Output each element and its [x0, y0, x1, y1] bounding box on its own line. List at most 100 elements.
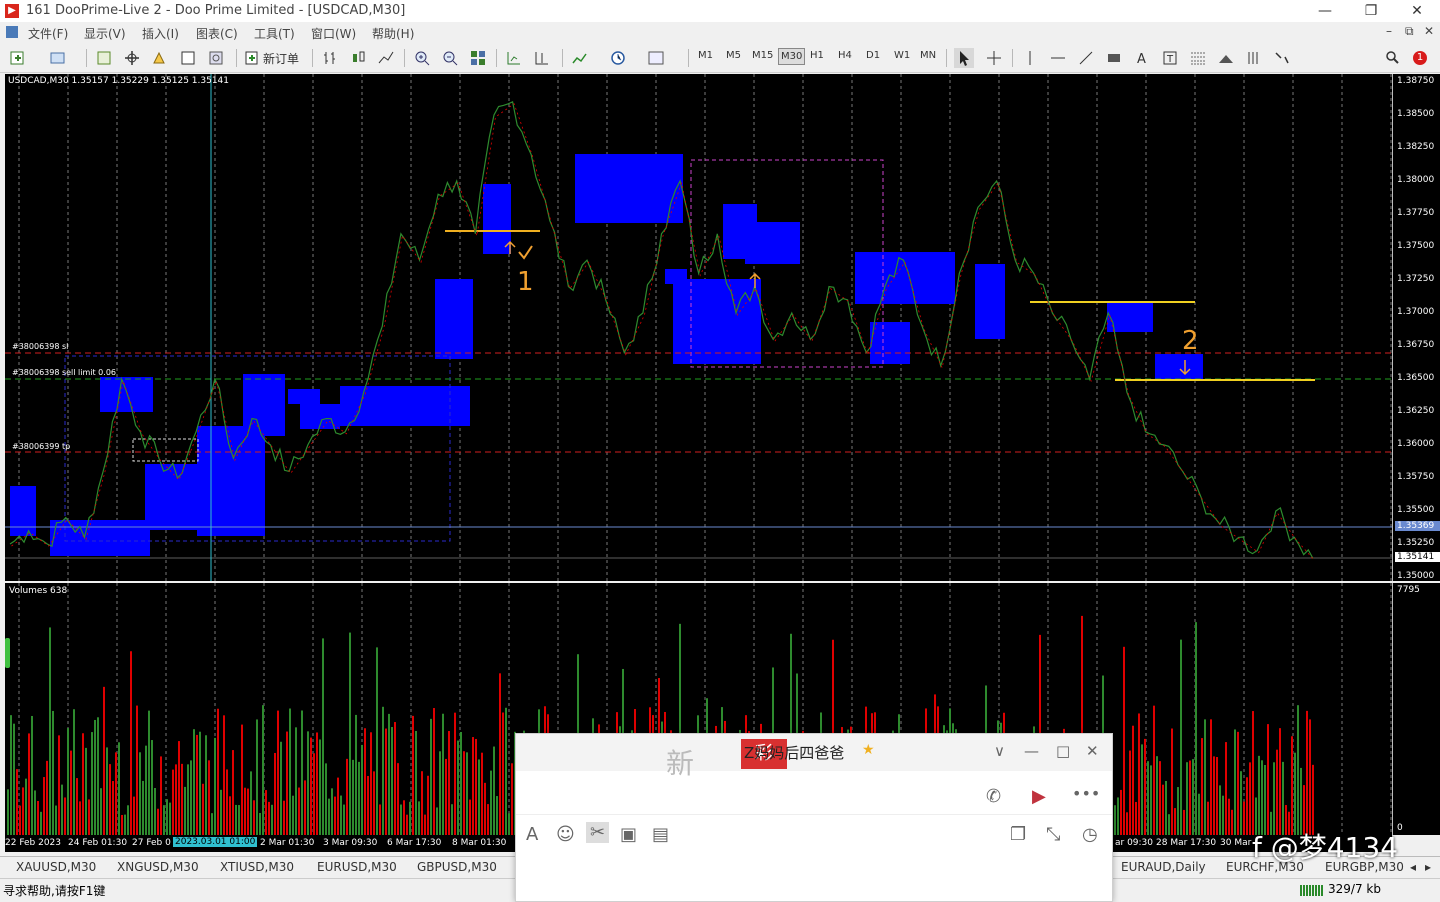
tab-xngusd[interactable]: XNGUSD,M30: [117, 860, 199, 874]
font-icon[interactable]: A: [526, 824, 538, 845]
image-icon[interactable]: ▣: [620, 824, 637, 845]
timeframe-d1[interactable]: D1: [866, 50, 880, 61]
volume-bar: [424, 814, 426, 835]
menu-tools[interactable]: 工具(T): [254, 25, 295, 42]
close-button[interactable]: ✕: [1394, 0, 1440, 22]
notifications-icon[interactable]: 1: [1410, 48, 1430, 68]
menu-charts[interactable]: 图表(C): [196, 25, 238, 42]
doc-minimize-button[interactable]: –: [1386, 24, 1392, 38]
chat-header[interactable]: 新 彩 Z妈妈后四爸爸 ★ ∨ — □ ✕: [516, 734, 1112, 780]
tab-scroll-right[interactable]: ▸: [1425, 860, 1431, 874]
volume-bar: [193, 729, 195, 835]
channel-tool-icon[interactable]: [1244, 48, 1264, 68]
chat-minimize-button[interactable]: —: [1024, 742, 1039, 760]
chat-maximize-button[interactable]: □: [1056, 742, 1070, 760]
zoom-in-icon[interactable]: [412, 48, 432, 68]
chart-shift-icon[interactable]: [532, 48, 552, 68]
vertical-line-icon[interactable]: [1020, 48, 1040, 68]
history-icon[interactable]: ◷: [1082, 824, 1098, 845]
volume-bar: [364, 728, 366, 835]
menu-view[interactable]: 显示(V): [84, 25, 126, 42]
tab-euraud[interactable]: EURAUD,Daily: [1121, 860, 1206, 874]
menu-insert[interactable]: 插入(I): [142, 25, 179, 42]
line-chart-icon[interactable]: [376, 48, 396, 68]
bar-chart-icon[interactable]: [320, 48, 340, 68]
text-tool-icon[interactable]: A: [1132, 48, 1152, 68]
tab-xauusd[interactable]: XAUUSD,M30: [16, 860, 96, 874]
tab-gbpusd[interactable]: GBPUSD,M30: [417, 860, 497, 874]
volume-bar: [178, 741, 180, 835]
more-options-icon[interactable]: •••: [1072, 784, 1100, 803]
volume-bar: [7, 789, 9, 835]
triangle-tool-icon[interactable]: [1216, 48, 1236, 68]
search-icon[interactable]: [1382, 48, 1402, 68]
crosshair-icon[interactable]: [984, 48, 1004, 68]
new-chart-icon[interactable]: [8, 48, 28, 68]
volume-bar: [352, 759, 354, 835]
volume-bar: [283, 800, 285, 835]
price-chart[interactable]: USDCAD,M30 1.35157 1.35229 1.35125 1.351…: [5, 74, 1392, 581]
rectangle-tool-icon[interactable]: [1104, 48, 1124, 68]
volume-bar: [304, 780, 306, 835]
emoji-icon[interactable]: ☺: [556, 824, 575, 845]
timeframe-w1[interactable]: W1: [894, 50, 910, 61]
volume-bar: [247, 788, 249, 835]
fibonacci-icon[interactable]: [1188, 48, 1208, 68]
volume-bar: [43, 777, 45, 835]
video-call-icon[interactable]: ▶: [1032, 786, 1046, 807]
minimize-button[interactable]: —: [1302, 0, 1348, 22]
trendline-icon[interactable]: [1076, 48, 1096, 68]
shrink-icon[interactable]: ⤡: [1046, 824, 1060, 845]
timeframe-m30[interactable]: M30: [778, 48, 806, 65]
chat-dropdown-button[interactable]: ∨: [994, 742, 1005, 760]
menu-file[interactable]: 文件(F): [28, 25, 68, 42]
candlestick-icon[interactable]: [348, 48, 368, 68]
resize-handle[interactable]: [5, 638, 10, 668]
indicators-icon[interactable]: [570, 48, 590, 68]
connection-icon: [1300, 885, 1324, 896]
maximize-button[interactable]: ❐: [1348, 0, 1394, 22]
periods-icon[interactable]: [608, 48, 628, 68]
timeframe-m1[interactable]: M1: [698, 50, 713, 61]
screenshot-icon[interactable]: ✂: [586, 822, 610, 843]
auto-scroll-icon[interactable]: [504, 48, 524, 68]
timeframe-m5[interactable]: M5: [726, 50, 741, 61]
folder-icon[interactable]: ▤: [652, 824, 669, 845]
doc-restore-button[interactable]: ⧉: [1405, 24, 1414, 39]
tab-xtiusd[interactable]: XTIUSD,M30: [220, 860, 294, 874]
annotation-1: 1: [517, 267, 534, 297]
timeframe-h4[interactable]: H4: [838, 50, 852, 61]
volume-bar: [1267, 724, 1269, 835]
zoom-out-icon[interactable]: [440, 48, 460, 68]
tab-scroll-left[interactable]: ◂: [1410, 860, 1416, 874]
data-window-icon[interactable]: [122, 48, 142, 68]
tile-windows-icon[interactable]: [468, 48, 488, 68]
text-label-icon[interactable]: T: [1160, 48, 1180, 68]
timeframe-mn[interactable]: MN: [920, 50, 936, 61]
doc-close-button[interactable]: ✕: [1424, 24, 1434, 38]
window-icon[interactable]: ❐: [1010, 824, 1026, 845]
volume-bar: [199, 731, 201, 835]
tab-eurusd[interactable]: EURUSD,M30: [317, 860, 397, 874]
horizontal-line-icon[interactable]: [1048, 48, 1068, 68]
chat-close-button[interactable]: ✕: [1086, 742, 1099, 760]
current-price-marker: 1.35141: [1395, 552, 1440, 562]
strategy-tester-icon[interactable]: [206, 48, 226, 68]
templates-icon[interactable]: [646, 48, 666, 68]
arrows-tool-icon[interactable]: [1272, 48, 1292, 68]
market-watch-icon[interactable]: [94, 48, 114, 68]
volume-bar: [436, 807, 438, 835]
menu-window[interactable]: 窗口(W): [311, 25, 356, 42]
menu-help[interactable]: 帮助(H): [372, 25, 414, 42]
cursor-icon[interactable]: [954, 48, 974, 68]
profiles-icon[interactable]: [48, 48, 68, 68]
timeframe-m15[interactable]: M15: [752, 50, 773, 61]
price-tick: 1.36500: [1397, 373, 1435, 383]
timeframe-h1[interactable]: H1: [810, 50, 824, 61]
voice-call-icon[interactable]: ✆: [986, 786, 1001, 807]
navigator-icon[interactable]: [150, 48, 170, 68]
terminal-icon[interactable]: [178, 48, 198, 68]
volume-bar: [361, 744, 363, 835]
new-order-button[interactable]: 新订单: [244, 48, 299, 68]
chat-window[interactable]: 新 彩 Z妈妈后四爸爸 ★ ∨ — □ ✕ ✆ ▶ ••• A ☺ ✂ ▣ ▤ …: [515, 733, 1113, 902]
